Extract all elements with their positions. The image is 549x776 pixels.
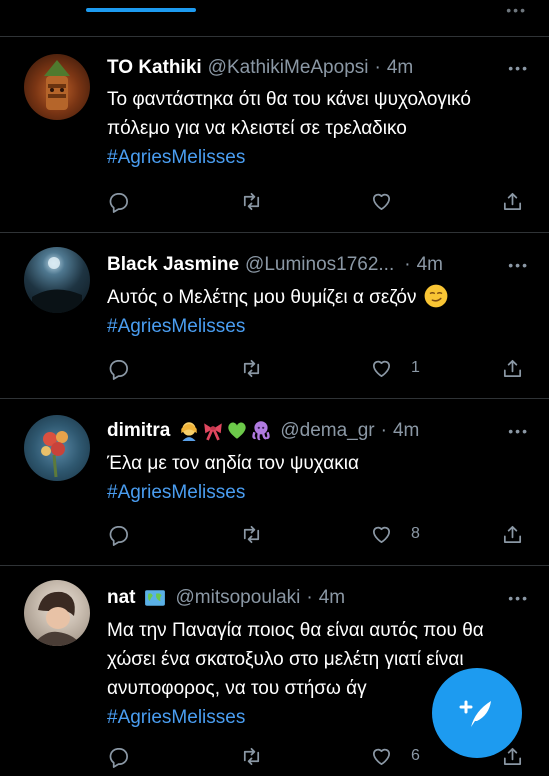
username[interactable]: @mitsopoulaki <box>176 587 301 609</box>
like-count: 1 <box>411 359 420 376</box>
tweet-actions: 1 <box>107 356 527 380</box>
tweet[interactable]: Black Jasmine @Luminos1762... · 4m ••• Α… <box>0 233 549 399</box>
tweet-header: ΤΟ Kathiki @KathikiMeApopsi · 4m ••• <box>107 54 529 82</box>
tweet-body: Έλα με τον αηδία τον ψυχακια <box>107 453 359 474</box>
heart-icon <box>372 360 391 377</box>
retweet-icon <box>243 359 260 377</box>
retweet-button[interactable] <box>240 522 263 546</box>
share-button[interactable] <box>501 522 524 546</box>
display-name[interactable]: nat <box>107 587 136 609</box>
avatar[interactable] <box>24 580 90 646</box>
heart-icon <box>372 526 391 543</box>
reply-icon <box>109 359 128 380</box>
tweet-body: Μα την Παναγία ποιος θα είναι αυτός που … <box>107 620 484 699</box>
separator-dot: · <box>404 254 411 275</box>
share-icon <box>503 192 522 210</box>
share-button[interactable] <box>501 356 524 380</box>
separator-dot: · <box>306 587 313 608</box>
like-button[interactable]: 8 <box>370 522 420 546</box>
reply-button[interactable] <box>107 522 130 546</box>
green-heart-emoji <box>228 422 247 439</box>
tweet-body: Αυτός ο Μελέτης μου θυμίζει α σεζόν <box>107 287 417 308</box>
retweet-button[interactable] <box>240 189 263 213</box>
tweet-actions: 8 <box>107 522 527 546</box>
retweet-button[interactable] <box>240 356 263 380</box>
display-name[interactable]: ΤΟ Kathiki <box>107 57 202 79</box>
tweet-text: Έλα με τον αηδία τον ψυχακια #AgriesMeli… <box>107 449 525 507</box>
like-count: 8 <box>411 525 420 542</box>
reply-icon <box>109 525 128 546</box>
display-name[interactable]: dimitra <box>107 420 170 442</box>
hashtag-link[interactable]: #AgriesMelisses <box>107 316 245 337</box>
octopus-emoji <box>252 420 271 440</box>
timestamp[interactable]: 4m <box>417 254 443 276</box>
world-map-emoji <box>144 590 165 606</box>
avatar[interactable] <box>24 415 90 481</box>
more-options-icon[interactable]: ••• <box>508 60 529 76</box>
retweet-icon <box>243 525 260 543</box>
more-options-icon[interactable]: ••• <box>508 257 529 273</box>
like-count: 6 <box>411 747 420 764</box>
woman-emoji <box>181 421 198 441</box>
timestamp[interactable]: 4m <box>393 420 419 442</box>
reply-icon <box>109 192 128 213</box>
share-icon <box>503 525 522 543</box>
retweet-icon <box>243 747 260 765</box>
tweet-actions <box>107 189 527 213</box>
ribbon-emoji <box>204 422 223 440</box>
display-name[interactable]: Black Jasmine <box>107 254 239 276</box>
heart-icon <box>372 193 391 210</box>
hashtag-link[interactable]: #AgriesMelisses <box>107 707 245 728</box>
separator-dot: · <box>374 57 381 78</box>
reply-button[interactable] <box>107 356 130 380</box>
heart-icon <box>372 748 391 765</box>
tweet-header: Black Jasmine @Luminos1762... · 4m ••• <box>107 251 529 279</box>
tweet-text: Αυτός ο Μελέτης μου θυμίζει α σεζόν #Agr… <box>107 283 525 341</box>
timestamp[interactable]: 4m <box>387 57 413 79</box>
active-tab-indicator <box>86 8 196 12</box>
username[interactable]: @KathikiMeApopsi <box>208 57 369 79</box>
tweet[interactable]: dimitra @dema_gr · 4m ••• Έλα με τον αηδ… <box>0 399 549 566</box>
tiki-mug-image <box>44 60 70 110</box>
retweet-icon <box>243 192 260 210</box>
like-button[interactable]: 6 <box>370 744 420 768</box>
reply-button[interactable] <box>107 189 130 213</box>
hashtag-link[interactable]: #AgriesMelisses <box>107 482 245 503</box>
reply-icon <box>109 747 128 768</box>
tweet-header: dimitra @dema_gr · 4m ••• <box>107 417 529 445</box>
hashtag-link[interactable]: #AgriesMelisses <box>107 147 245 168</box>
like-button[interactable]: 1 <box>370 356 420 380</box>
name-emojis <box>176 419 272 444</box>
tweet[interactable]: ΤΟ Kathiki @KathikiMeApopsi · 4m ••• Το … <box>0 36 549 233</box>
compose-tweet-button[interactable] <box>432 668 522 758</box>
more-options-icon[interactable]: ••• <box>508 590 529 606</box>
separator-dot: · <box>380 420 387 441</box>
tweet-header: nat @mitsopoulaki · 4m ••• <box>107 584 529 612</box>
compose-tweet-icon <box>459 700 491 727</box>
smirk-emoji <box>424 284 448 308</box>
top-tab-bar: ••• <box>0 0 549 37</box>
avatar[interactable] <box>24 247 90 313</box>
retweet-button[interactable] <box>240 744 263 768</box>
like-button[interactable] <box>370 189 411 213</box>
flowers-image <box>41 431 68 478</box>
person-image <box>32 591 82 646</box>
avatar[interactable] <box>24 54 90 120</box>
share-icon <box>503 359 522 377</box>
timestamp[interactable]: 4m <box>319 587 345 609</box>
more-options-icon[interactable]: ••• <box>506 2 527 18</box>
username[interactable]: @dema_gr <box>280 420 374 442</box>
more-options-icon[interactable]: ••• <box>508 423 529 439</box>
night-scene-image <box>32 257 82 313</box>
tweet-body: Το φαντάστηκα ότι θα του κάνει ψυχολογικ… <box>107 89 471 139</box>
tweet-text: Το φαντάστηκα ότι θα του κάνει ψυχολογικ… <box>107 85 525 172</box>
reply-button[interactable] <box>107 744 130 768</box>
username[interactable]: @Luminos1762... <box>245 254 394 276</box>
share-button[interactable] <box>501 189 524 213</box>
